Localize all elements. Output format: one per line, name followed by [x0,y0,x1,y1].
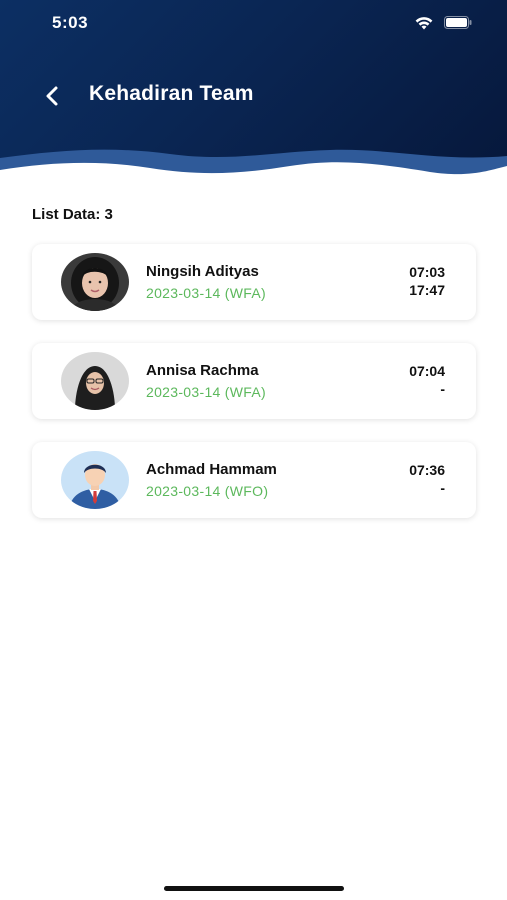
list-item[interactable]: Achmad Hammam 2023-03-14 (WFO) 07:36 - [32,442,476,518]
attendance-date: 2023-03-14 (WFA) [146,384,266,400]
employee-name: Ningsih Adityas [146,263,259,280]
avatar [61,451,129,509]
battery-icon [444,16,472,29]
time-out: - [440,381,445,397]
wifi-icon [415,17,433,30]
home-indicator [164,886,344,891]
avatar [61,253,129,311]
list-count: List Data: 3 [32,206,113,223]
status-time: 5:03 [52,13,89,32]
time-out: 17:47 [409,282,445,298]
attendance-date: 2023-03-14 (WFO) [146,483,269,499]
time-in: 07:36 [409,462,445,478]
employee-name: Annisa Rachma [146,362,259,379]
avatar [61,352,129,410]
time-in: 07:04 [409,363,445,379]
time-in: 07:03 [409,264,445,280]
list-item[interactable]: Ningsih Adityas 2023-03-14 (WFA) 07:03 1… [32,244,476,320]
status-bar: 5:03 [0,0,507,48]
header: 5:03 Kehadiran Team [0,0,507,195]
time-out: - [440,480,445,496]
employee-name: Achmad Hammam [146,461,277,478]
attendance-date: 2023-03-14 (WFA) [146,285,266,301]
header-wave [0,149,507,195]
chevron-left-icon [46,86,58,106]
page-title: Kehadiran Team [89,82,254,105]
list-item[interactable]: Annisa Rachma 2023-03-14 (WFA) 07:04 - [32,343,476,419]
back-button[interactable] [34,78,70,114]
